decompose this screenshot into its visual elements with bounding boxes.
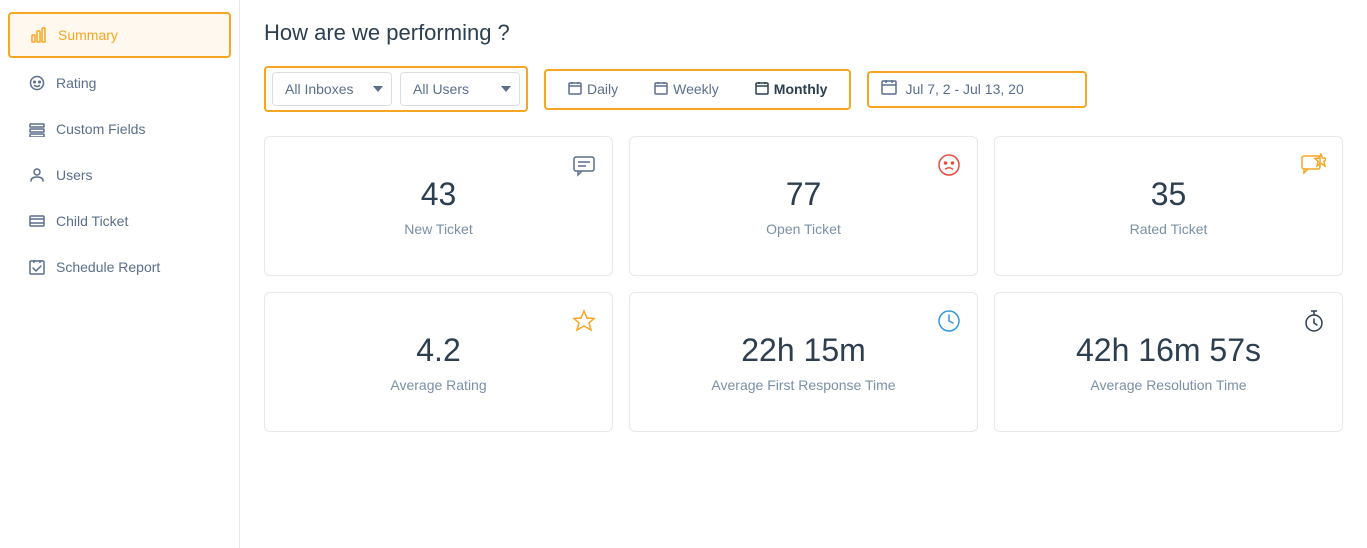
clock-icon (937, 309, 961, 339)
period-filter-group: Daily Weekly (544, 69, 851, 110)
avg-rating-value: 4.2 (416, 332, 460, 369)
star-chat-icon (1300, 153, 1326, 183)
rating-icon (28, 74, 46, 92)
sidebar-item-child-ticket[interactable]: Child Ticket (8, 200, 231, 242)
new-ticket-value: 43 (421, 176, 457, 213)
sidebar-item-rating[interactable]: Rating (8, 62, 231, 104)
sidebar-item-label: Child Ticket (56, 213, 128, 229)
date-range-group[interactable]: Jul 7, 2 - Jul 13, 20 (867, 71, 1087, 108)
weekly-label: Weekly (673, 81, 719, 97)
avg-resolution-value: 42h 16m 57s (1076, 332, 1261, 369)
date-range-text: Jul 7, 2 - Jul 13, 20 (905, 81, 1023, 97)
stat-card-rated-ticket: 35 Rated Ticket (994, 136, 1343, 276)
weekly-icon (654, 81, 668, 98)
stat-card-avg-resolution: 42h 16m 57s Average Resolution Time (994, 292, 1343, 432)
sidebar-item-label: Summary (58, 27, 118, 43)
avg-resolution-label: Average Resolution Time (1090, 377, 1246, 393)
rated-ticket-label: Rated Ticket (1130, 221, 1208, 237)
user-select[interactable]: All Users (400, 72, 520, 106)
chat-icon (572, 153, 596, 183)
sidebar: Summary Rating Custom Fields (0, 0, 240, 548)
monthly-button[interactable]: Monthly (741, 75, 842, 104)
daily-label: Daily (587, 81, 618, 97)
sidebar-item-schedule-report[interactable]: Schedule Report (8, 246, 231, 288)
sad-icon (937, 153, 961, 183)
avg-first-response-label: Average First Response Time (711, 377, 895, 393)
schedule-icon (28, 258, 46, 276)
calendar-icon (881, 79, 897, 100)
page-title: How are we performing ? (264, 20, 1343, 46)
sidebar-item-label: Custom Fields (56, 121, 145, 137)
stat-card-avg-first-response: 22h 15m Average First Response Time (629, 292, 978, 432)
sidebar-item-summary[interactable]: Summary (8, 12, 231, 58)
sidebar-item-label: Users (56, 167, 93, 183)
new-ticket-label: New Ticket (404, 221, 472, 237)
sidebar-item-users[interactable]: Users (8, 154, 231, 196)
stats-grid: 43 New Ticket 77 Open Ticket (264, 136, 1343, 432)
rated-ticket-value: 35 (1151, 176, 1187, 213)
inbox-select[interactable]: All Inboxes (272, 72, 392, 106)
daily-icon (568, 81, 582, 98)
monthly-label: Monthly (774, 81, 828, 97)
inbox-user-filter-group: All Inboxes All Users (264, 66, 528, 112)
daily-button[interactable]: Daily (554, 75, 632, 104)
sidebar-item-label: Schedule Report (56, 259, 160, 275)
filters-row: All Inboxes All Users Daily (264, 66, 1343, 112)
open-ticket-value: 77 (786, 176, 822, 213)
fields-icon (28, 120, 46, 138)
chart-icon (30, 26, 48, 44)
sidebar-item-label: Rating (56, 75, 96, 91)
stat-card-new-ticket: 43 New Ticket (264, 136, 613, 276)
avg-first-response-value: 22h 15m (741, 332, 866, 369)
monthly-icon (755, 81, 769, 98)
users-icon (28, 166, 46, 184)
weekly-button[interactable]: Weekly (640, 75, 733, 104)
stat-card-avg-rating: 4.2 Average Rating (264, 292, 613, 432)
avg-rating-label: Average Rating (390, 377, 486, 393)
stat-card-open-ticket: 77 Open Ticket (629, 136, 978, 276)
sidebar-item-custom-fields[interactable]: Custom Fields (8, 108, 231, 150)
star-icon (572, 309, 596, 339)
main-content: How are we performing ? All Inboxes All … (240, 0, 1367, 548)
open-ticket-label: Open Ticket (766, 221, 841, 237)
ticket-icon (28, 212, 46, 230)
stopwatch-icon (1302, 309, 1326, 339)
